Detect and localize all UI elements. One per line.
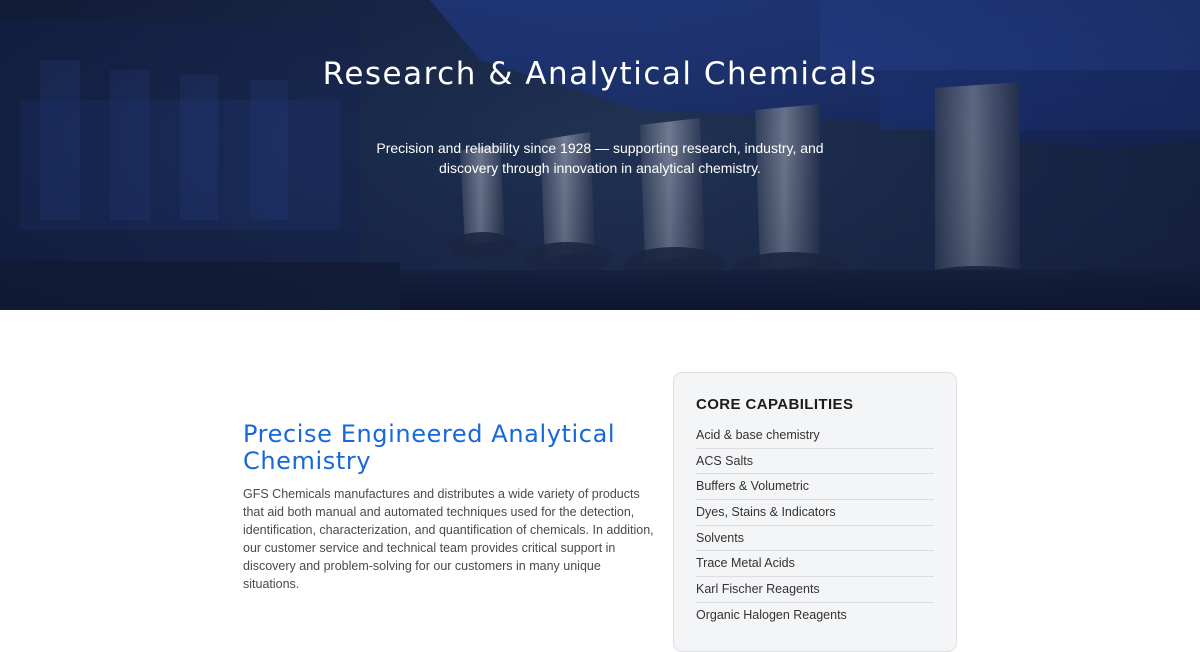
intro-heading: Precise Engineered Analytical Chemistry (243, 420, 616, 475)
capability-item-solvents[interactable]: Solvents (696, 526, 934, 552)
capability-item-organic-halogen-reagents[interactable]: Organic Halogen Reagents (696, 603, 934, 629)
hero-title: Research & Analytical Chemicals (322, 56, 878, 92)
capability-item-acid-base[interactable]: Acid & base chemistry (696, 423, 934, 449)
capability-item-trace-metal-acids[interactable]: Trace Metal Acids (696, 551, 934, 578)
capability-item-karl-fischer-reagents[interactable]: Karl Fischer Reagents (696, 577, 934, 603)
capability-item-buffers-volumetric[interactable]: Buffers & Volumetric (696, 474, 934, 501)
intro-body-text: GFS Chemicals manufactures and distribut… (243, 487, 654, 591)
capability-item-acs-salts[interactable]: ACS Salts (696, 449, 934, 475)
hero-subtitle: Precision and reliability since 1928 — s… (376, 140, 824, 176)
hero-banner: Research & Analytical Chemicals Precisio… (0, 0, 1200, 310)
core-capabilities-card: CORE CAPABILITIES Acid & base chemistry … (673, 372, 957, 652)
capabilities-list: Acid & base chemistry ACS Salts Buffers … (696, 423, 934, 629)
capabilities-title: CORE CAPABILITIES (696, 396, 854, 413)
capability-item-dyes-stains-indicators[interactable]: Dyes, Stains & Indicators (696, 500, 934, 526)
